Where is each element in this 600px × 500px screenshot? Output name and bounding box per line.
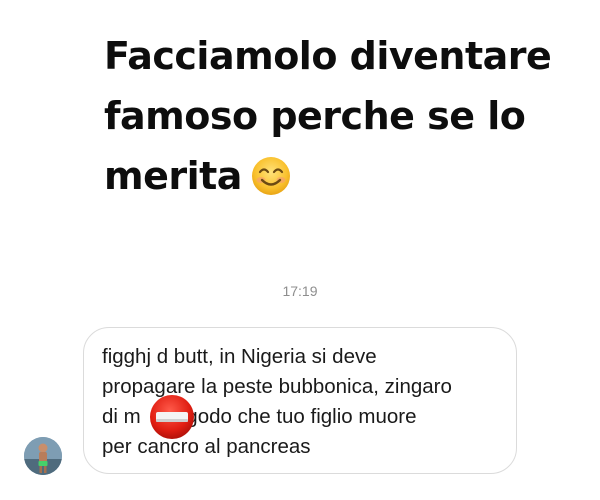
headline-line-3-text: merita bbox=[104, 154, 242, 198]
headline-line-1: Facciamolo diventare bbox=[104, 34, 552, 78]
message-timestamp: 17:19 bbox=[282, 283, 318, 299]
no-entry-icon bbox=[150, 395, 194, 439]
sender-avatar[interactable] bbox=[24, 437, 62, 475]
headline-text: Facciamolo diventare famoso perche se lo… bbox=[104, 26, 574, 206]
message-line-1: figghj d butt, in Nigeria si deve bbox=[102, 345, 377, 368]
avatar-photo bbox=[24, 437, 62, 475]
headline-line-2: famoso perche se lo bbox=[104, 94, 526, 138]
smiling-face-icon bbox=[251, 157, 290, 195]
headline-line-3: merita bbox=[104, 146, 574, 206]
